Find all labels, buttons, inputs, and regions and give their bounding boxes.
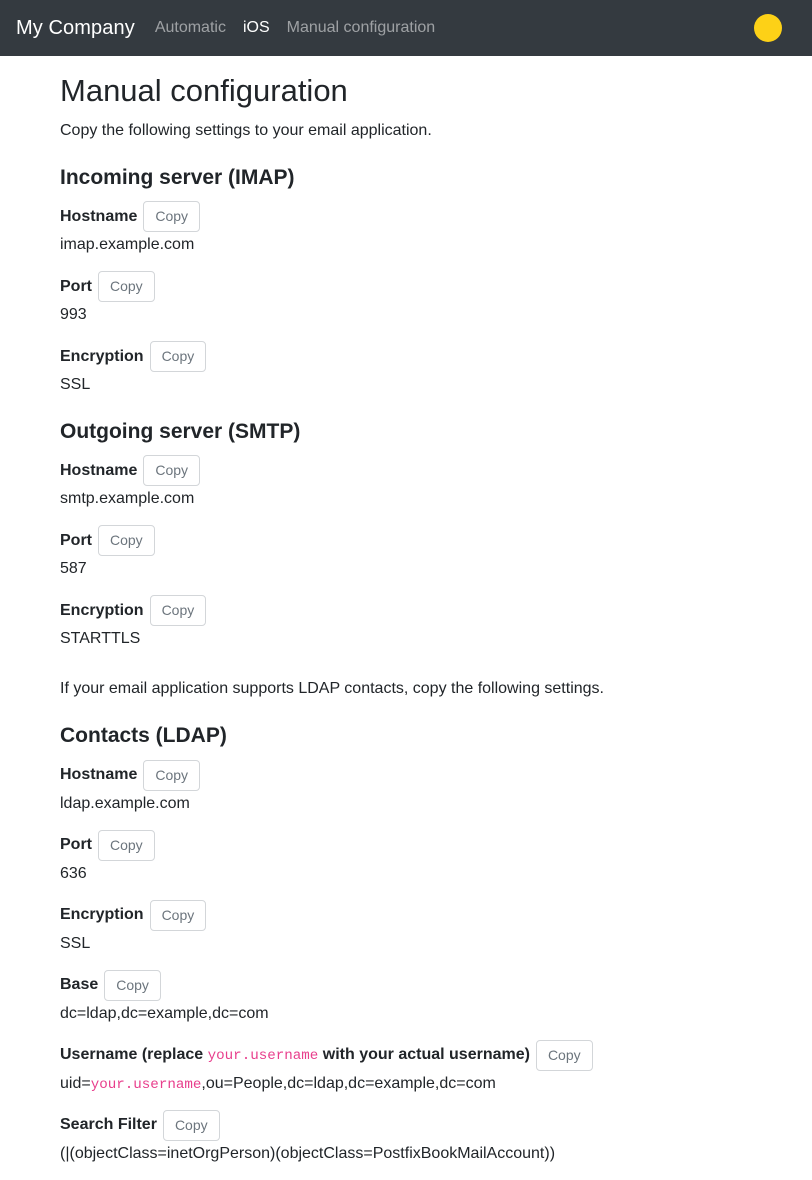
field-imap-hostname: Hostname Copy imap.example.com [60, 201, 796, 257]
field-label: Encryption [60, 601, 144, 619]
field-smtp-encryption: Encryption Copy STARTTLS [60, 595, 796, 651]
field-smtp-port: Port Copy 587 [60, 525, 796, 581]
field-value: SSL [60, 376, 91, 393]
field-ldap-base: Base Copy dc=ldap,dc=example,dc=com [60, 969, 796, 1026]
field-label: Username (replace your.username with you… [60, 1043, 530, 1067]
copy-button-ldap-port[interactable]: Copy [98, 829, 155, 861]
section-title-imap: Incoming server (IMAP) [60, 165, 295, 189]
copy-button-ldap-base[interactable]: Copy [104, 969, 161, 1001]
username-label-suffix: with your actual username) [318, 1045, 530, 1063]
field-label: Port [60, 277, 92, 295]
field-ldap-encryption: Encryption Copy SSL [60, 899, 796, 956]
copy-button-imap-encryption[interactable]: Copy [149, 341, 207, 372]
copy-button-imap-port[interactable]: Copy [98, 271, 155, 302]
field-label: Search Filter [60, 1116, 157, 1134]
page-title: Manual configuration [60, 73, 348, 108]
field-imap-encryption: Encryption Copy SSL [60, 341, 796, 397]
field-label: Hostname [60, 207, 138, 225]
main-content: Manual configuration Copy the following … [0, 72, 812, 1166]
field-ldap-username: Username (replace your.username with you… [60, 1039, 796, 1096]
field-value: dc=ldap,dc=example,dc=com [60, 1004, 269, 1022]
field-value: STARTTLS [60, 630, 141, 648]
field-label-row: Search Filter Copy [60, 1109, 796, 1141]
copy-button-ldap-encryption[interactable]: Copy [149, 899, 207, 931]
field-value: 636 [60, 864, 87, 882]
field-value: (|(objectClass=inetOrgPerson)(objectClas… [60, 1144, 556, 1162]
field-label: Base [60, 976, 99, 993]
avatar[interactable] [754, 14, 782, 42]
field-label-row: Port Copy [60, 525, 796, 557]
section-title-ldap: Contacts (LDAP) [60, 724, 227, 748]
field-value: ldap.example.com [60, 794, 190, 812]
field-value: uid=your.username,ou=People,dc=ldap,dc=e… [60, 1072, 796, 1096]
field-label-row: Port Copy [60, 829, 796, 861]
section-title-smtp: Outgoing server (SMTP) [60, 420, 301, 443]
copy-button-ldap-username[interactable]: Copy [535, 1039, 593, 1071]
username-label-code: your.username [207, 1047, 319, 1064]
username-value-prefix: uid= [60, 1074, 91, 1092]
field-label-row: Port Copy [60, 271, 796, 302]
copy-button-smtp-port[interactable]: Copy [98, 525, 155, 557]
ldap-note: If your email application supports LDAP … [60, 680, 604, 698]
field-ldap-port: Port Copy 636 [60, 829, 796, 886]
page-lead: Copy the following settings to your emai… [60, 121, 432, 139]
copy-button-smtp-hostname[interactable]: Copy [143, 455, 201, 487]
nav-link-automatic[interactable]: Automatic [155, 16, 226, 40]
username-label-prefix: Username (replace [60, 1045, 208, 1063]
field-label-row: Encryption Copy [60, 341, 796, 372]
username-value-code: your.username [90, 1076, 202, 1093]
field-value: smtp.example.com [60, 490, 195, 508]
username-value-suffix: ,ou=People,dc=ldap,dc=example,dc=com [201, 1074, 496, 1092]
field-ldap-hostname: Hostname Copy ldap.example.com [60, 759, 796, 816]
nav-links: Automatic iOS Manual configuration [155, 16, 435, 40]
nav-link-ios[interactable]: iOS [243, 16, 270, 40]
field-label-row: Encryption Copy [60, 595, 796, 627]
field-label: Port [60, 531, 92, 549]
field-label: Hostname [60, 766, 138, 783]
copy-button-smtp-encryption[interactable]: Copy [149, 595, 207, 627]
copy-button-imap-hostname[interactable]: Copy [143, 201, 201, 232]
field-label-row: Username (replace your.username with you… [60, 1039, 796, 1071]
field-value: 993 [60, 306, 87, 323]
field-label: Encryption [60, 347, 144, 365]
field-value: 587 [60, 560, 87, 578]
field-label: Hostname [60, 461, 138, 479]
field-label: Port [60, 836, 92, 853]
field-label-row: Base Copy [60, 969, 796, 1001]
field-ldap-search-filter: Search Filter Copy (|(objectClass=inetOr… [60, 1109, 796, 1166]
nav-link-manual-configuration[interactable]: Manual configuration [287, 16, 436, 40]
field-value: imap.example.com [60, 236, 195, 253]
field-label: Encryption [60, 906, 144, 923]
field-imap-port: Port Copy 993 [60, 271, 796, 327]
copy-button-ldap-hostname[interactable]: Copy [143, 759, 201, 791]
field-smtp-hostname: Hostname Copy smtp.example.com [60, 455, 796, 511]
field-label-row: Hostname Copy [60, 759, 796, 791]
brand-link[interactable]: My Company [16, 13, 135, 43]
field-label-row: Hostname Copy [60, 455, 796, 487]
copy-button-ldap-search-filter[interactable]: Copy [162, 1109, 220, 1141]
field-label-row: Encryption Copy [60, 899, 796, 931]
field-value: SSL [60, 934, 91, 952]
field-label-row: Hostname Copy [60, 201, 796, 232]
top-navbar: My Company Automatic iOS Manual configur… [0, 0, 812, 56]
